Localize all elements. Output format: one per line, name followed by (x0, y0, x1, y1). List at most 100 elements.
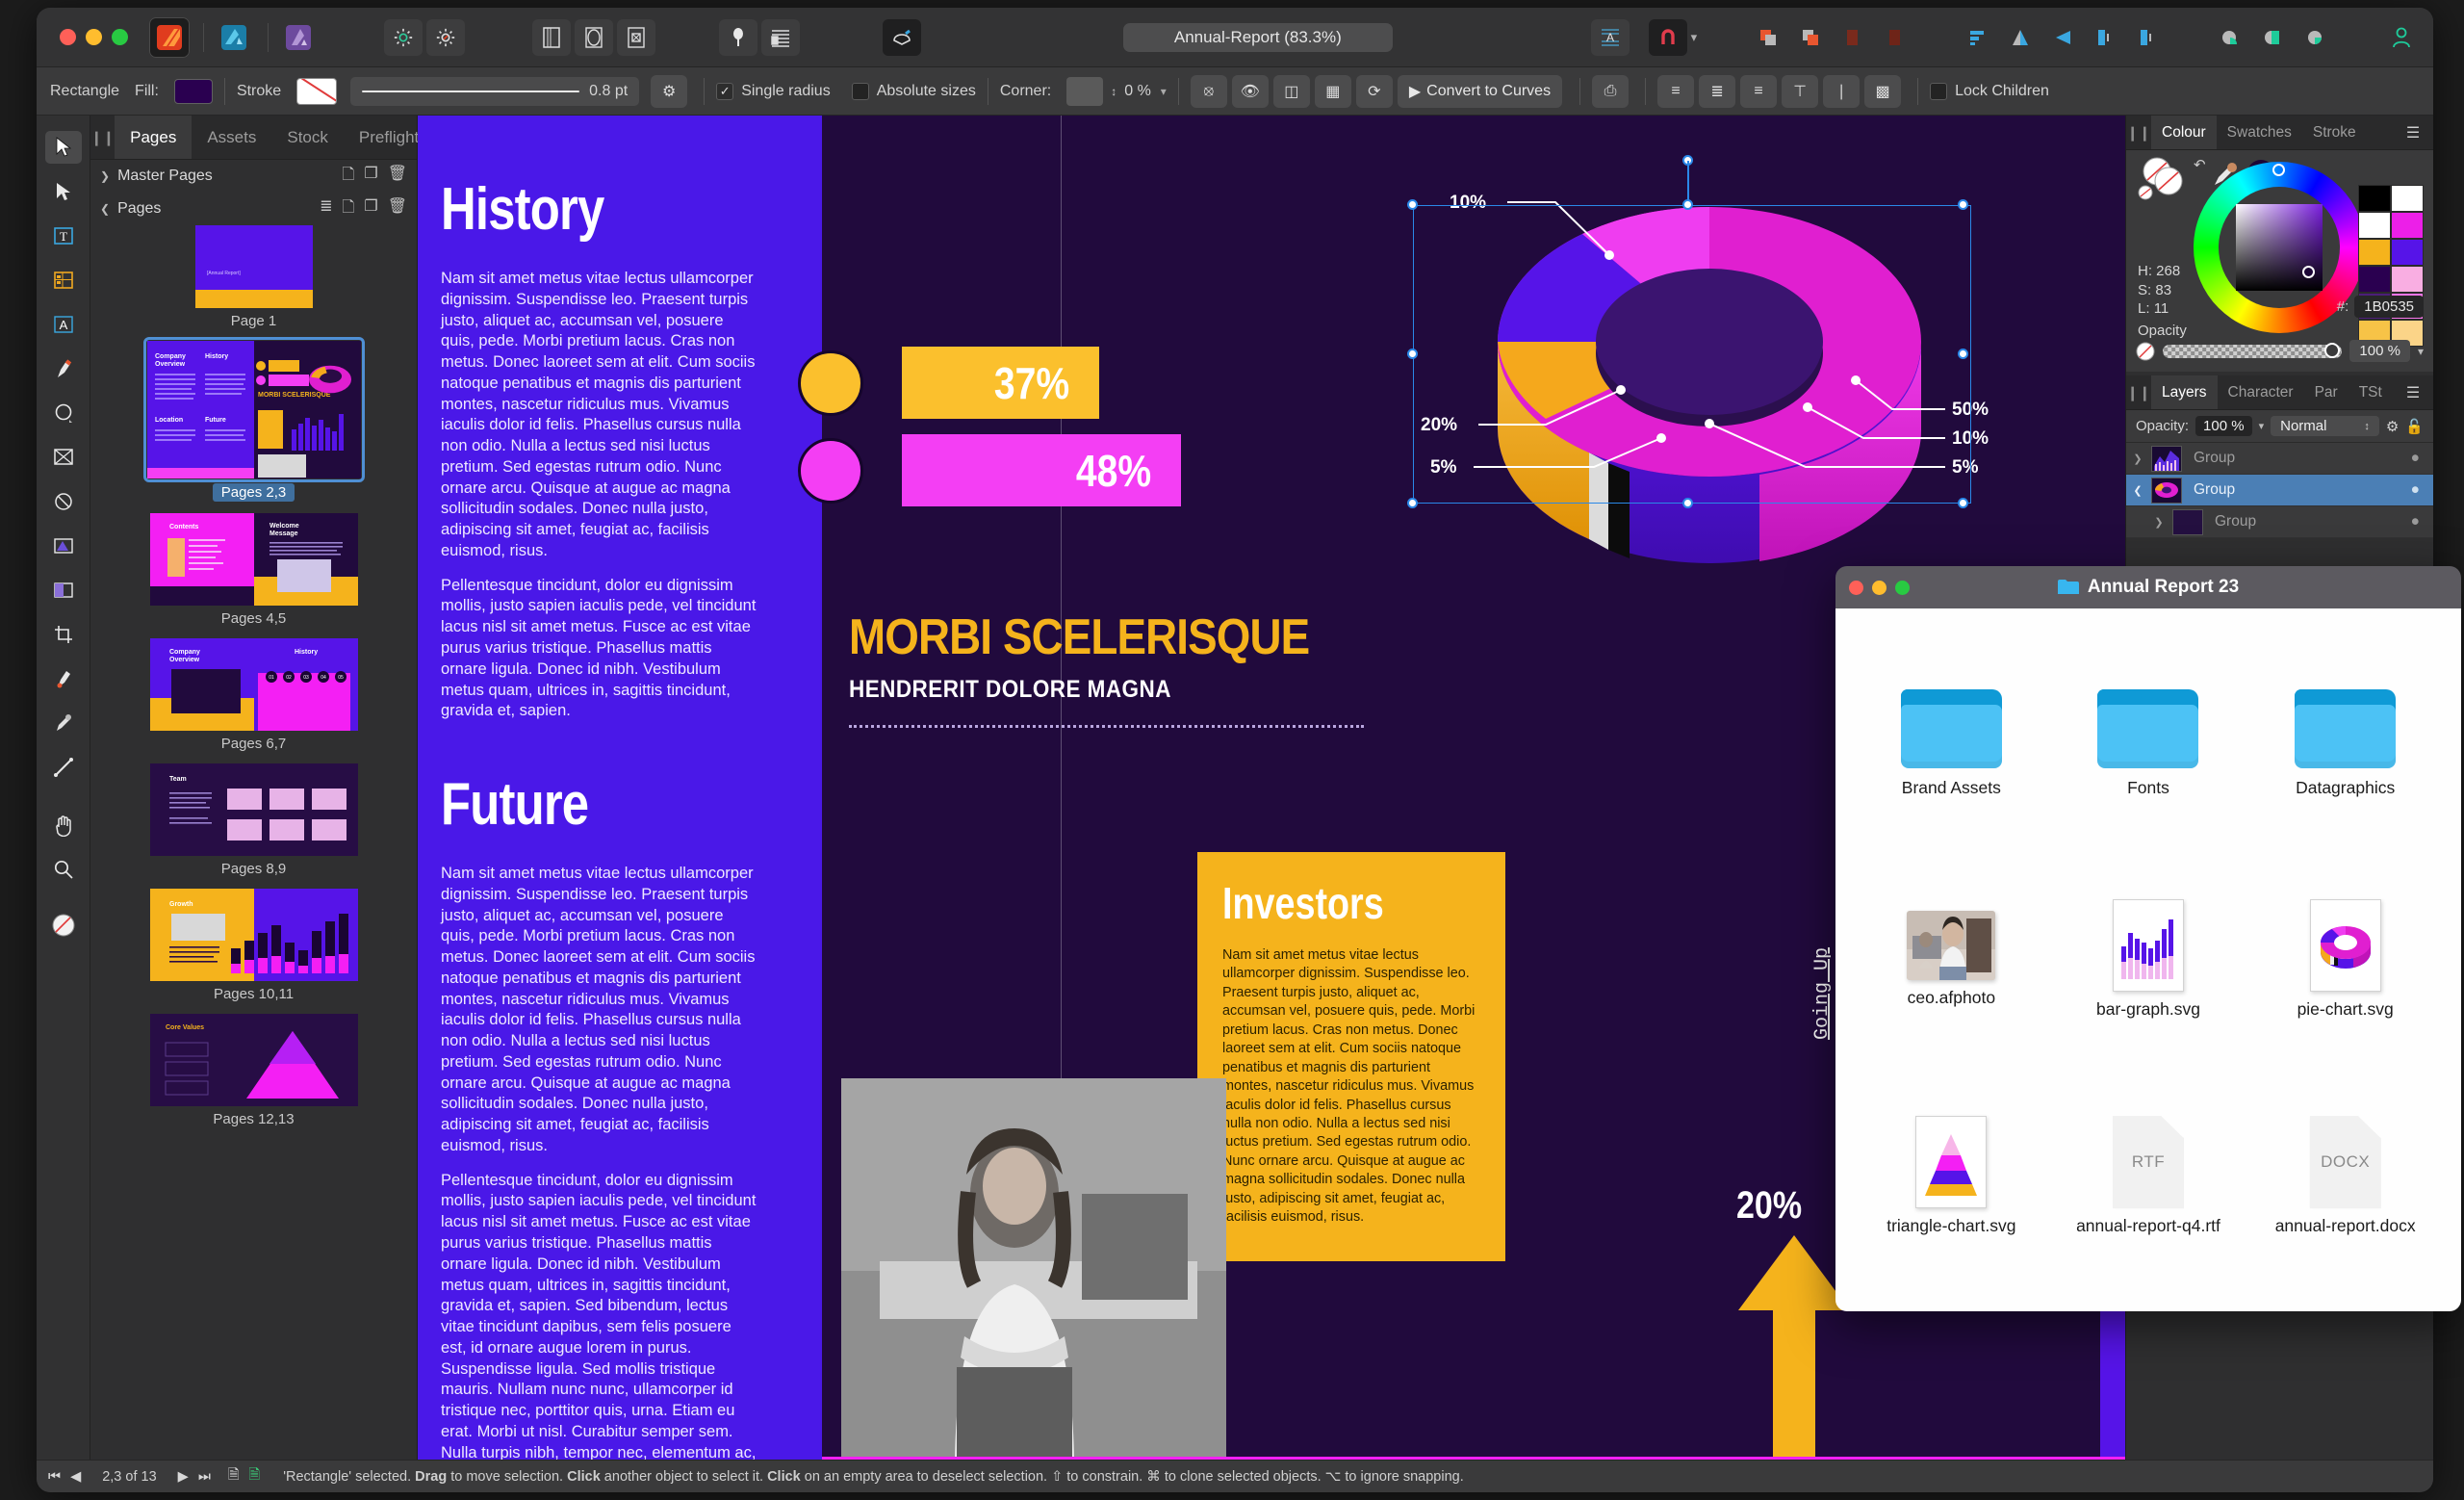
investors-card[interactable]: Investors Nam sit amet metus vitae lectu… (1197, 852, 1505, 1261)
opacity-knob[interactable] (2324, 342, 2341, 358)
colour-panel-body[interactable]: ↶ H: 268 S: 83 L: 11 #: 1B0535 Opacity 1… (2126, 150, 2433, 372)
text-frame-tool[interactable]: T (45, 220, 82, 252)
previous-page-icon[interactable]: ◀ (70, 1469, 81, 1485)
handle-bc[interactable] (1682, 498, 1693, 508)
page-thumbnail[interactable]: Growth (149, 889, 358, 981)
text-frame-icon[interactable] (761, 18, 800, 56)
tab-stroke[interactable]: Stroke (2302, 116, 2367, 149)
magnet-icon[interactable] (1648, 18, 1687, 56)
finder-item-datagraphics[interactable]: Datagraphics (2246, 635, 2444, 852)
group-icon[interactable] (2211, 19, 2249, 56)
future-section[interactable]: Future Nam sit amet metus vitae lectus u… (441, 770, 758, 1460)
ceo-photo[interactable] (841, 1078, 1226, 1460)
align-right-icon[interactable]: ≡ (1740, 74, 1778, 108)
zoom-button[interactable] (112, 29, 128, 45)
add-icon[interactable] (1749, 19, 1787, 56)
finder-window[interactable]: Annual Report 23 Brand Assets Fonts Data… (1835, 566, 2461, 1311)
add-page-icon[interactable]: 🗋 (342, 196, 354, 222)
layer-visibility-toggle[interactable]: ● (2411, 481, 2420, 499)
page-thumbnail[interactable]: Core Values (149, 1014, 358, 1106)
rotate-left-icon[interactable] (2086, 19, 2124, 56)
chevron-down-icon[interactable]: ❮ (2130, 484, 2145, 497)
layer-row[interactable]: ❯ Group ● (2126, 506, 2433, 538)
grid-icon[interactable]: ▦ (1314, 74, 1351, 108)
corner-type-selector[interactable] (1066, 76, 1104, 106)
finder-file-grid[interactable]: Brand Assets Fonts Datagraphics ceo.afph… (1835, 608, 2461, 1311)
handle-tc[interactable] (1682, 199, 1693, 210)
align-top-icon[interactable]: ⊤ (1782, 74, 1819, 108)
opacity-none-icon[interactable] (2136, 342, 2155, 361)
handle-bl[interactable] (1407, 498, 1418, 508)
pages-row[interactable]: ❮ Pages ≣ 🗋 ❐ 🗑 (90, 193, 417, 225)
layer-opacity-chevron-icon[interactable]: ▾ (2259, 420, 2265, 432)
absolute-sizes-checkbox[interactable] (851, 82, 869, 100)
spread-icon[interactable] (575, 18, 613, 56)
colour-selector-tool[interactable] (45, 909, 82, 942)
swatch-6[interactable] (2358, 266, 2391, 293)
swatch-0[interactable] (2358, 185, 2391, 212)
tab-stock[interactable]: Stock (271, 116, 344, 159)
handle-mr[interactable] (1958, 349, 1968, 359)
tab-assets[interactable]: Assets (192, 116, 271, 159)
swatch-7[interactable] (2391, 266, 2424, 293)
next-page-icon[interactable]: ▶ (178, 1469, 189, 1485)
align-icon[interactable] (1959, 19, 1997, 56)
tab-pages[interactable]: Pages (115, 116, 192, 159)
finder-titlebar[interactable]: Annual Report 23 (1835, 566, 2461, 608)
pen-tool[interactable] (45, 352, 82, 385)
first-page-icon[interactable]: ⏮ (48, 1469, 61, 1485)
handle-tl[interactable] (1407, 199, 1418, 210)
magnet-dropdown-chevron-icon[interactable]: ▾ (1691, 30, 1698, 45)
studiolink-icon[interactable] (883, 18, 921, 56)
finder-minimize-button[interactable] (1872, 580, 1886, 595)
arrow-stat-yellow[interactable]: 20% (1736, 1184, 1852, 1460)
convert-to-curves-button[interactable]: ▶ Convert to Curves (1397, 74, 1563, 108)
tab-paragraph[interactable]: Par (2304, 375, 2348, 409)
stroke-width-slider[interactable] (362, 90, 580, 92)
refresh-icon[interactable]: ⟳ (1355, 74, 1393, 108)
layer-visibility-toggle[interactable]: ● (2411, 513, 2420, 530)
chevron-down-icon[interactable]: ❮ (100, 202, 110, 216)
hue-knob[interactable] (2272, 164, 2285, 176)
stat-bar-pink[interactable]: 48% (902, 434, 1181, 506)
finder-item-rtf[interactable]: RTF annual-report-q4.rtf (2050, 1068, 2247, 1284)
layers-panel-grip[interactable]: ❙❙ (2126, 375, 2151, 409)
master-icon[interactable] (617, 18, 655, 56)
finder-item-ceo-photo[interactable]: ceo.afphoto (1853, 852, 2050, 1069)
artistic-text-tool[interactable]: A (45, 308, 82, 341)
opacity-slider[interactable] (2163, 342, 2343, 358)
lock-children-checkbox[interactable] (1930, 82, 1948, 100)
stroke-swatch[interactable] (296, 77, 338, 105)
chevron-right-icon[interactable]: ❯ (100, 169, 110, 183)
page-thumbnail[interactable]: Contents Welcome Message (149, 513, 358, 606)
mask-icon[interactable] (2296, 19, 2334, 56)
delete-page-icon[interactable]: 🗑 (388, 196, 407, 222)
picture-frame-tool[interactable] (45, 441, 82, 474)
window-controls[interactable] (60, 29, 128, 45)
page-thumbnail[interactable]: Company Overview History 01 02 03 04 05 (149, 638, 358, 731)
hand-tool[interactable] (45, 809, 82, 841)
close-button[interactable] (60, 29, 76, 45)
layer-row[interactable]: ❯ Group ● (2126, 443, 2433, 475)
table-tool[interactable] (45, 264, 82, 297)
hex-input[interactable]: 1B0535 (2354, 296, 2424, 318)
document-title[interactable]: Annual-Report (83.3%) (1122, 22, 1393, 52)
designer-persona-icon[interactable] (214, 17, 254, 58)
delete-master-icon[interactable]: 🗑 (388, 164, 407, 190)
ellipse-tool[interactable] (45, 397, 82, 429)
lock-icon[interactable]: 🔓 (2405, 418, 2424, 435)
page-item[interactable]: Growth Pages 10,11 (90, 889, 417, 1002)
finder-window-controls[interactable] (1849, 580, 1910, 595)
finder-item-triangle-chart[interactable]: triangle-chart.svg (1853, 1068, 2050, 1284)
align-middle-icon[interactable]: ∣ (1823, 74, 1861, 108)
master-pages-row[interactable]: ❯ Master Pages 🗋 ❐ 🗑 (90, 160, 417, 193)
swatch-4[interactable] (2358, 239, 2391, 266)
account-icon[interactable] (2383, 19, 2420, 56)
opacity-row[interactable]: 100 % ▾ (2126, 336, 2433, 370)
tab-textstyles[interactable]: TSt (2348, 375, 2393, 409)
zoom-tool[interactable] (45, 853, 82, 886)
photo-persona-icon[interactable] (278, 17, 319, 58)
chevron-right-icon[interactable]: ❯ (2151, 516, 2167, 529)
subtract-icon[interactable] (1791, 19, 1830, 56)
handle-ml[interactable] (1407, 349, 1418, 359)
